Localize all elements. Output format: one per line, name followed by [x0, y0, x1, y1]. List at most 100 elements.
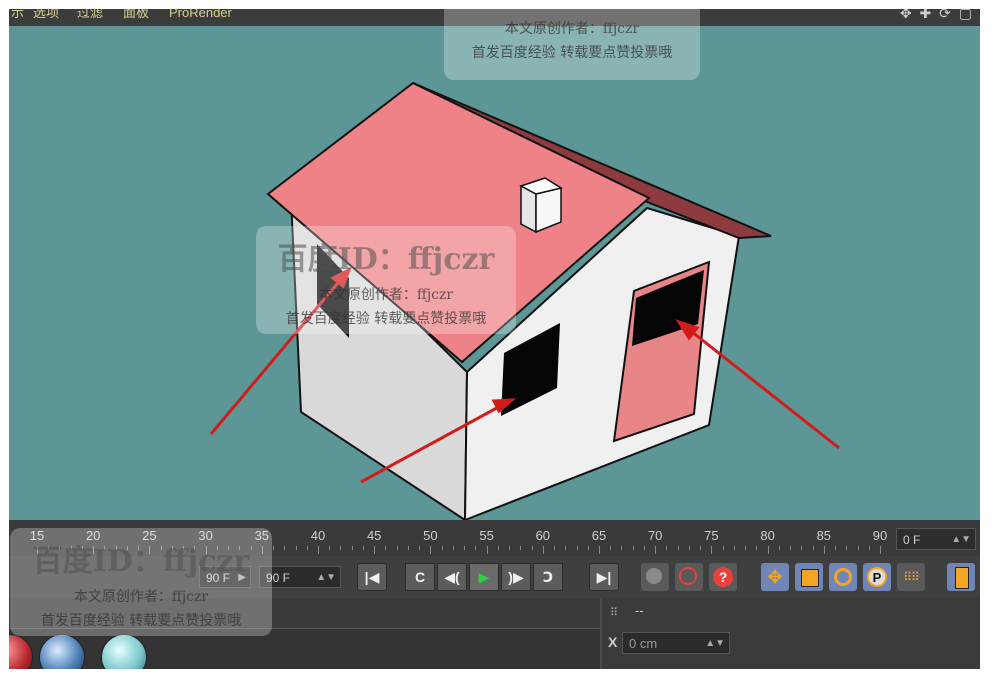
menu-item-filter[interactable]: 过滤 [77, 9, 103, 21]
ruler-tick [396, 546, 398, 550]
x-position-field[interactable]: 0 cm ▲▼ [622, 632, 730, 654]
go-to-previous-key-button[interactable]: C [405, 563, 435, 591]
ruler-tick [497, 546, 499, 550]
ruler-tick [565, 546, 567, 550]
timeline-filmstrip-button[interactable] [947, 563, 975, 591]
ruler-tick [677, 546, 679, 550]
go-to-end-button[interactable]: ▶| [589, 563, 619, 591]
ruler-label: 65 [591, 528, 607, 543]
ruler-label: 60 [535, 528, 551, 543]
watermark-id: 百度ID：ffjczr [277, 242, 495, 277]
stepper-icon[interactable]: ▲▼ [951, 529, 971, 551]
ruler-tick [464, 546, 466, 550]
parameter-tool-button[interactable]: P [863, 563, 891, 591]
step-back-icon: ◀( [444, 569, 460, 585]
material-swatch-blue[interactable] [39, 634, 85, 669]
ruler-tick [868, 546, 870, 550]
move-icon: ✥ [767, 567, 783, 587]
move-tool-button[interactable]: ✥ [761, 563, 789, 591]
keyframe-help-button[interactable]: ? [709, 563, 737, 591]
ruler-tick [756, 546, 758, 550]
watermark-author: 本文原创作者：ffjczr [73, 589, 209, 605]
ruler-label: 40 [310, 528, 326, 543]
stepper-icon[interactable]: ▲▼ [316, 567, 336, 589]
ruler-tick [880, 546, 881, 554]
ruler-tick [273, 546, 275, 550]
scale-icon [801, 569, 819, 587]
step-forward-icon: )▶ [508, 569, 524, 585]
ruler-tick [531, 546, 533, 550]
ruler-tick [655, 546, 657, 554]
attributes-header-value: -- [635, 603, 644, 618]
grip-icon[interactable]: ⠿ [610, 606, 618, 619]
play-icon: ▶ [478, 569, 490, 585]
ruler-tick [385, 546, 387, 550]
current-frame-value: 0 F [903, 533, 921, 547]
ruler-tick [745, 546, 747, 550]
ruler-label: 55 [479, 528, 494, 543]
ruler-tick [801, 546, 803, 550]
ruler-tick [812, 546, 814, 550]
ruler-tick [452, 546, 454, 550]
point-level-button[interactable]: ⠿⠿ [897, 563, 925, 591]
ruler-tick [576, 546, 578, 550]
ruler-label: 80 [760, 528, 775, 543]
menu-item-cut[interactable]: 示 [11, 9, 24, 21]
ruler-tick [599, 546, 600, 554]
ruler-tick [666, 546, 668, 550]
rotate-tool-button[interactable] [829, 563, 857, 591]
ruler-tick [340, 546, 342, 550]
ruler-tick [621, 546, 623, 550]
skip-start-icon: |◀ [364, 569, 380, 585]
watermark-notice: 首发百度经验 转载要点赞投票哦 [285, 311, 487, 327]
ruler-tick [318, 546, 319, 554]
ruler-tick [587, 546, 589, 550]
go-to-start-button[interactable]: |◀ [357, 563, 387, 591]
step-forward-button[interactable]: )▶ [501, 563, 531, 591]
ruler-label: 75 [704, 528, 719, 543]
ruler-tick [407, 546, 409, 550]
ruler-tick [554, 546, 556, 550]
watermark-notice: 首发百度经验 转载要点赞投票哦 [40, 613, 242, 629]
ruler-label: 85 [816, 528, 832, 543]
autokey-button[interactable] [675, 563, 703, 591]
menu-item-panel[interactable]: 面板 [123, 9, 149, 21]
ruler-tick [767, 546, 769, 554]
watermark-id: 百度ID：ffjczr [32, 544, 250, 579]
ruler-label: 45 [366, 528, 382, 543]
ruler-tick [632, 546, 634, 550]
ruler-tick [823, 546, 825, 554]
ruler-tick [610, 546, 612, 550]
ruler-tick [835, 546, 837, 550]
watermark-author: 本文原创作者：ffjczr [504, 21, 640, 37]
ruler-tick [778, 546, 780, 550]
step-back-button[interactable]: ◀( [437, 563, 467, 591]
ruler-tick [284, 546, 286, 550]
ruler-tick [475, 546, 477, 550]
material-swatch-red[interactable] [9, 634, 33, 669]
ruler-label: 90 [872, 528, 888, 543]
key-disabled-icon [646, 568, 662, 584]
go-to-next-key-button[interactable]: Ↄ [533, 563, 563, 591]
material-swatch-cyan[interactable] [101, 634, 147, 669]
play-forward-button[interactable]: ▶ [469, 563, 499, 591]
dots-grid-icon: ⠿⠿ [903, 570, 920, 584]
stepper-icon[interactable]: ▲▼ [705, 633, 725, 655]
current-frame-field[interactable]: 0 F ▲▼ [896, 528, 976, 550]
watermark-bottom: 百度ID：ffjczr 本文原创作者：ffjczr 首发百度经验 转载要点赞投票… [10, 528, 272, 636]
ruler-tick [520, 546, 522, 550]
attributes-panel: ⠿ -- X 0 cm ▲▼ [602, 598, 980, 669]
menu-item-prorender[interactable]: ProRender [169, 9, 232, 21]
ruler-tick [509, 546, 511, 550]
view-nav-icons[interactable]: ✥ ✚ ⟳ ▢ [900, 9, 974, 22]
ruler-tick [846, 546, 848, 550]
ruler-tick [419, 546, 421, 550]
ruler-tick [362, 546, 364, 550]
menu-item-options[interactable]: 选项 [33, 9, 59, 21]
ruler-tick [857, 546, 859, 550]
ruler-tick [733, 546, 735, 550]
ruler-tick [441, 546, 443, 550]
ruler-tick [306, 546, 308, 550]
record-disabled-button[interactable] [641, 563, 669, 591]
scale-tool-button[interactable] [795, 563, 823, 591]
